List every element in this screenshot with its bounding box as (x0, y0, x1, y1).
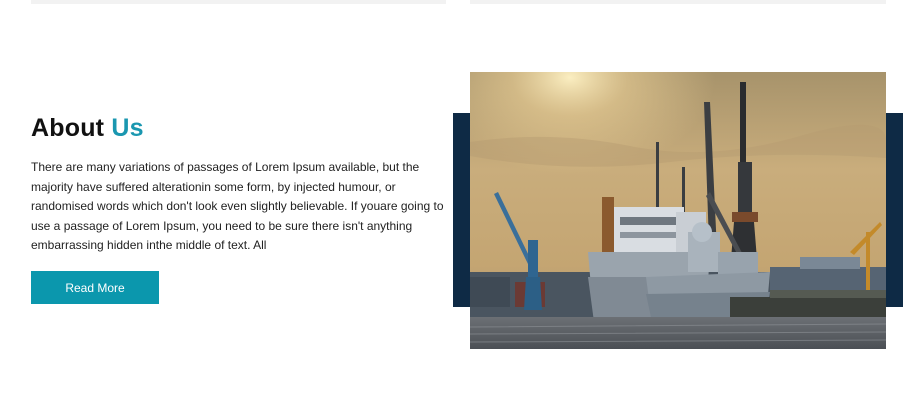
decorative-frame-left (453, 113, 470, 307)
decorative-frame-right (886, 113, 903, 307)
about-heading-main: About (31, 114, 105, 142)
previous-section-bottom-edge-left (31, 0, 446, 4)
about-heading: About Us (31, 114, 144, 143)
about-paragraph: There are many variations of passages of… (31, 160, 444, 252)
about-heading-accent: Us (111, 114, 144, 142)
harbor-photo (470, 72, 886, 349)
previous-section-bottom-edge-right (470, 0, 886, 4)
read-more-button[interactable]: Read More (31, 271, 159, 304)
harbor-photo-illustration (470, 72, 886, 349)
